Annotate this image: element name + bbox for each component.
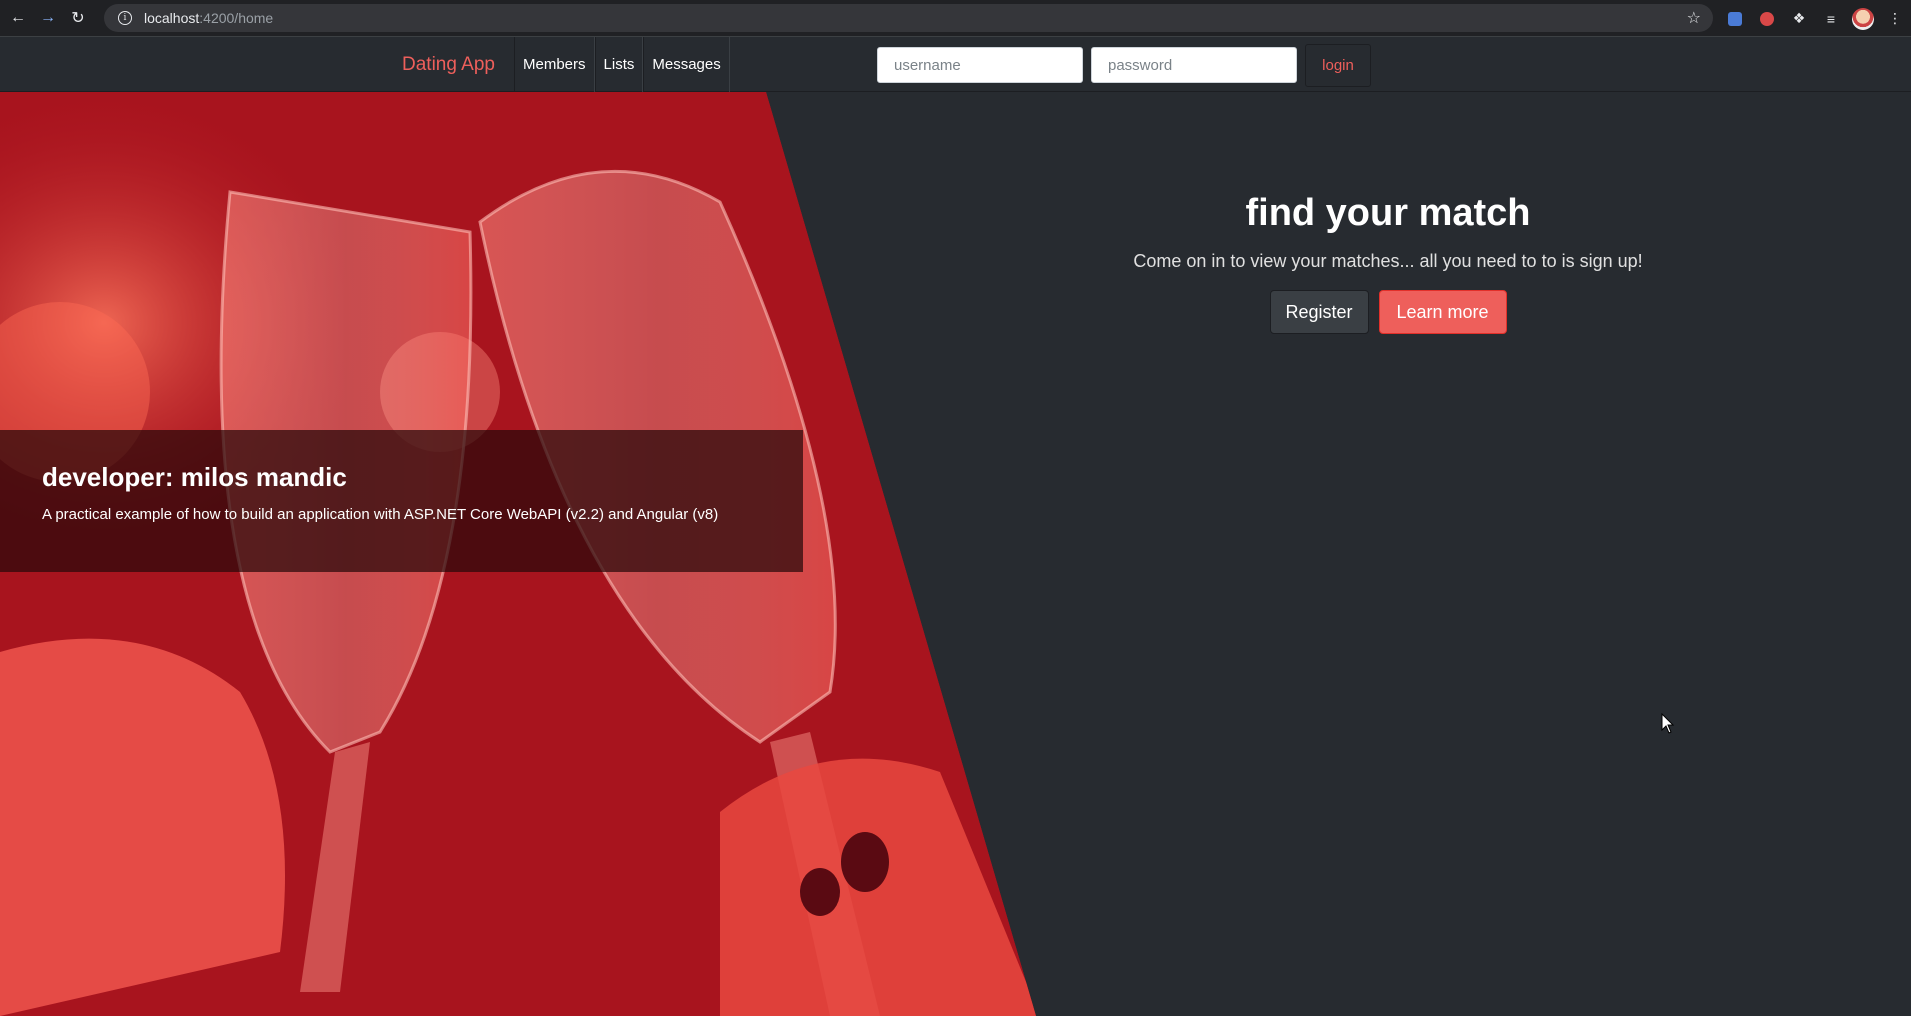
username-input[interactable]: username bbox=[877, 47, 1083, 83]
browser-toolbar: ← → ↻ i localhost:4200/home ☆ ❖ ≡ ⋮ bbox=[0, 0, 1911, 37]
address-bar[interactable]: i localhost:4200/home ☆ bbox=[104, 4, 1713, 32]
password-input[interactable]: password bbox=[1091, 47, 1297, 83]
puzzle-icon[interactable]: ❖ bbox=[1783, 0, 1815, 37]
login-button[interactable]: login bbox=[1305, 44, 1371, 87]
url-text: localhost:4200/home bbox=[144, 10, 274, 26]
extension-area: ❖ ≡ ⋮ bbox=[1719, 0, 1911, 37]
profile-icon[interactable] bbox=[1847, 0, 1879, 37]
menu-icon[interactable]: ⋮ bbox=[1879, 0, 1911, 37]
lead-text: Come on in to view your matches... all y… bbox=[1133, 251, 1643, 271]
reload-icon[interactable]: ↻ bbox=[66, 6, 90, 30]
extension-icon[interactable] bbox=[1719, 0, 1751, 37]
forward-icon[interactable]: → bbox=[36, 6, 60, 30]
brand-link[interactable]: Dating App bbox=[402, 54, 495, 76]
hero-content: find your match Come on in to view your … bbox=[1060, 192, 1716, 334]
hero-section: developer: milos mandic A practical exam… bbox=[0, 92, 1911, 1016]
caption-title: developer: milos mandic bbox=[42, 462, 347, 492]
star-icon[interactable]: ☆ bbox=[1687, 8, 1701, 28]
extension-icon[interactable] bbox=[1751, 0, 1783, 37]
app-navbar: Dating App Members Lists Messages userna… bbox=[0, 37, 1911, 92]
login-form: username password login bbox=[877, 44, 1371, 87]
back-icon[interactable]: ← bbox=[6, 6, 30, 30]
reading-list-icon[interactable]: ≡ bbox=[1815, 0, 1847, 37]
register-button[interactable]: Register bbox=[1269, 290, 1369, 334]
nav-link-lists[interactable]: Lists bbox=[594, 37, 644, 92]
hero-buttons: Register Learn more bbox=[1060, 290, 1716, 334]
learn-more-button[interactable]: Learn more bbox=[1378, 290, 1507, 334]
cursor-icon bbox=[1661, 713, 1675, 734]
hero-caption: developer: milos mandic A practical exam… bbox=[0, 430, 803, 572]
page-title: find your match bbox=[1245, 192, 1531, 234]
nav-link-messages[interactable]: Messages bbox=[643, 37, 730, 92]
nav-link-members[interactable]: Members bbox=[514, 37, 595, 92]
info-icon[interactable]: i bbox=[118, 11, 132, 25]
caption-text: A practical example of how to build an a… bbox=[42, 506, 719, 523]
nav-links: Members Lists Messages bbox=[514, 37, 730, 92]
hero-photo: developer: milos mandic A practical exam… bbox=[0, 92, 1036, 1016]
